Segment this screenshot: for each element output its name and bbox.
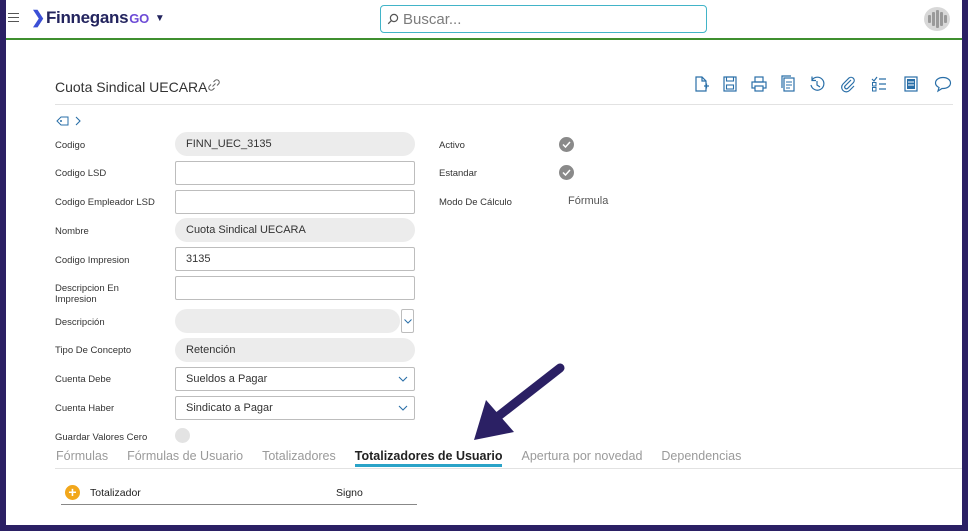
chevron-down-icon xyxy=(398,405,408,411)
codigo-lsd-input[interactable] xyxy=(175,161,415,185)
link-icon[interactable] xyxy=(207,78,221,92)
activo-label: Activo xyxy=(439,140,465,151)
codigo-value: FINN_UEC_3135 xyxy=(186,138,272,150)
search-box[interactable] xyxy=(380,5,707,33)
check-icon xyxy=(562,141,571,148)
codigo-lsd-label: Codigo LSD xyxy=(55,168,107,179)
tipo-concepto-field: Retención xyxy=(175,338,415,362)
user-avatar[interactable] xyxy=(924,7,950,31)
codigo-field: FINN_UEC_3135 xyxy=(175,132,415,156)
estandar-label: Estandar xyxy=(439,168,478,179)
tab-totalizadores-de-usuario[interactable]: Totalizadores de Usuario xyxy=(354,449,502,469)
estandar-checkbox[interactable] xyxy=(559,165,574,180)
cuenta-haber-label: Cuenta Haber xyxy=(55,403,115,414)
descripcion-impresion-label-line1: Descripcion En xyxy=(55,283,119,294)
tabs-divider xyxy=(55,468,962,469)
descripcion-impresion-label: Descripcion En Impresion xyxy=(55,283,119,305)
tags-row[interactable] xyxy=(56,116,81,126)
tipo-concepto-label: Tipo De Concepto xyxy=(55,345,132,356)
app-name: Finnegans xyxy=(45,8,129,27)
descripcion-expand-button[interactable] xyxy=(401,309,414,333)
new-document-icon[interactable] xyxy=(692,75,710,93)
copy-icon[interactable] xyxy=(779,75,797,93)
save-icon[interactable] xyxy=(721,75,739,93)
chevron-right-icon[interactable] xyxy=(75,116,81,126)
comment-icon[interactable] xyxy=(934,75,952,93)
tab-dependencias[interactable]: Dependencias xyxy=(661,449,741,469)
search-icon xyxy=(387,13,399,25)
guardar-valores-cero-label: Guardar Valores Cero xyxy=(55,432,148,443)
codigo-empleador-lsd-input[interactable] xyxy=(175,190,415,214)
column-header-signo[interactable]: Signo xyxy=(336,487,363,499)
caret-down-icon[interactable]: ▼ xyxy=(155,13,165,24)
report-icon[interactable] xyxy=(902,75,920,93)
page-title: Cuota Sindical UECARA xyxy=(55,79,208,95)
chevron-down-icon xyxy=(398,376,408,382)
tab-formulas[interactable]: Fórmulas xyxy=(56,449,108,469)
annotation-arrow xyxy=(474,363,565,440)
chevron-down-icon xyxy=(403,318,412,324)
modo-calculo-label: Modo De Cálculo xyxy=(439,197,512,208)
descripcion-field xyxy=(175,309,400,333)
nombre-value: Cuota Sindical UECARA xyxy=(186,224,306,236)
cuenta-debe-select[interactable]: Sueldos a Pagar xyxy=(175,367,415,391)
tipo-concepto-value: Retención xyxy=(186,344,236,356)
codigo-label: Codigo xyxy=(55,140,86,151)
modo-calculo-value: Fórmula xyxy=(568,195,609,207)
descripcion-impresion-input[interactable] xyxy=(175,276,415,300)
tag-icon[interactable] xyxy=(56,116,69,126)
attachment-icon[interactable] xyxy=(839,75,857,93)
codigo-impresion-input[interactable]: 3135 xyxy=(175,247,415,271)
top-bar: ❯ Finnegans GO ▼ xyxy=(6,0,962,38)
tab-totalizadores[interactable]: Totalizadores xyxy=(262,449,336,469)
guardar-valores-cero-checkbox[interactable] xyxy=(175,428,190,443)
tab-formulas-de-usuario[interactable]: Fórmulas de Usuario xyxy=(127,449,243,469)
codigo-empleador-lsd-label: Codigo Empleador LSD xyxy=(55,197,155,208)
search-input[interactable] xyxy=(403,10,683,28)
history-icon[interactable] xyxy=(808,75,826,93)
descripcion-impresion-label-line2: Impresion xyxy=(55,294,97,305)
descripcion-label: Descripción xyxy=(55,317,105,328)
cuenta-debe-label: Cuenta Debe xyxy=(55,374,111,385)
activo-checkbox[interactable] xyxy=(559,137,574,152)
menu-icon[interactable] xyxy=(8,13,19,22)
grid-header: + Totalizador Signo xyxy=(61,483,417,505)
column-header-totalizador[interactable]: Totalizador xyxy=(90,487,141,499)
logo-chevron-icon: ❯ xyxy=(31,8,45,27)
codigo-impresion-value: 3135 xyxy=(186,253,211,265)
tab-bar: Fórmulas Fórmulas de Usuario Totalizador… xyxy=(56,449,760,469)
checklist-icon[interactable] xyxy=(870,75,888,93)
nombre-label: Nombre xyxy=(55,226,89,237)
codigo-impresion-label: Codigo Impresion xyxy=(55,255,130,266)
add-row-button[interactable]: + xyxy=(65,485,80,500)
grid-header-underline xyxy=(61,504,417,505)
nombre-field: Cuota Sindical UECARA xyxy=(175,218,415,242)
app-window: ❯ Finnegans GO ▼ Cuota Sindical UECARA C… xyxy=(6,0,962,525)
header-divider xyxy=(6,38,962,40)
tab-apertura-por-novedad[interactable]: Apertura por novedad xyxy=(521,449,642,469)
cuenta-debe-value: Sueldos a Pagar xyxy=(186,373,268,385)
print-icon[interactable] xyxy=(750,75,768,93)
app-logo[interactable]: ❯ Finnegans GO ▼ xyxy=(31,8,165,28)
check-icon xyxy=(562,169,571,176)
cuenta-haber-value: Sindicato a Pagar xyxy=(186,402,273,414)
app-suffix: GO xyxy=(129,10,149,26)
cuenta-haber-select[interactable]: Sindicato a Pagar xyxy=(175,396,415,420)
title-divider xyxy=(55,104,953,105)
